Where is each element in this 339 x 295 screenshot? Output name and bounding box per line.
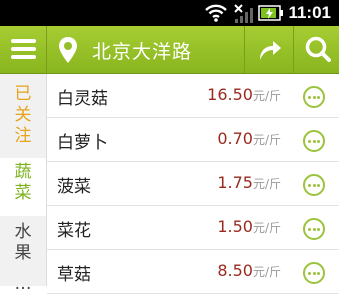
list-item[interactable]: 菠菜 1.75元/斤 (47, 162, 339, 206)
status-time: 11:01 (288, 3, 331, 22)
battery-icon (258, 5, 283, 21)
item-price: 0.70元/斤 (217, 129, 281, 148)
app-header: 北京大洋路 (0, 26, 339, 74)
location-pin-icon (59, 37, 77, 63)
sidebar-item-label: 水 (14, 222, 32, 242)
search-button[interactable] (293, 26, 339, 73)
item-name: 菜花 (57, 221, 91, 241)
sidebar-item-label: 注 (14, 126, 32, 146)
item-price: 1.75元/斤 (217, 173, 281, 192)
sidebar-item-followed[interactable]: 已 关 注 (0, 84, 46, 147)
signal-icon (234, 4, 253, 23)
item-name: 白灵菇 (57, 89, 108, 109)
location-title[interactable]: 北京大洋路 (92, 37, 192, 64)
sidebar-item-fruit[interactable]: 水 果 (0, 222, 46, 264)
list-item[interactable]: 草菇 8.50元/斤 (47, 250, 339, 294)
item-name: 菠菜 (57, 177, 91, 197)
list-item[interactable]: 菜花 1.50元/斤 (47, 206, 339, 250)
more-options-icon[interactable] (303, 130, 325, 152)
menu-button[interactable] (0, 26, 47, 73)
sidebar-item-label: 关 (14, 105, 32, 125)
wifi-icon (205, 4, 227, 22)
item-price: 16.50元/斤 (207, 85, 281, 104)
more-options-icon[interactable] (303, 174, 325, 196)
item-name: 白萝卜 (57, 133, 108, 153)
sidebar-item-label: 已 (14, 84, 32, 104)
item-name: 草菇 (57, 265, 91, 285)
item-price: 1.50元/斤 (217, 217, 281, 236)
more-options-icon[interactable] (303, 218, 325, 240)
more-options-icon[interactable] (303, 262, 325, 284)
list-item[interactable]: 白灵菇 16.50元/斤 (47, 74, 339, 118)
more-options-icon[interactable] (303, 86, 325, 108)
selected-category-pointer (36, 174, 45, 190)
share-arrow-icon (260, 41, 281, 60)
search-icon (305, 36, 331, 62)
share-button[interactable] (244, 26, 293, 73)
list-item[interactable]: 白萝卜 0.70元/斤 (47, 118, 339, 162)
status-bar: 11:01 (0, 0, 339, 26)
sidebar-item-label: … (14, 274, 32, 294)
sidebar-item-label: 果 (14, 243, 32, 263)
item-price: 8.50元/斤 (217, 261, 281, 280)
price-list: 白灵菇 16.50元/斤 白萝卜 0.70元/斤 菠菜 1.75元/斤 菜花 1… (47, 74, 339, 294)
sidebar-item-more[interactable]: … (0, 274, 46, 295)
